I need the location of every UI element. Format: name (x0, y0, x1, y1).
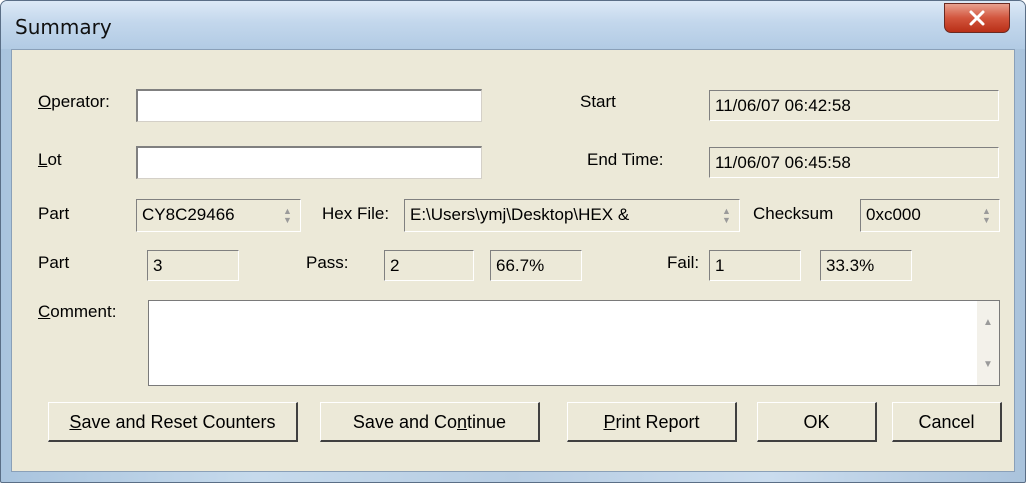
dialog-body: Operator: Start 11/06/07 06:42:58 Lot En… (11, 49, 1015, 472)
operator-input[interactable] (136, 89, 482, 122)
end-time-field: 11/06/07 06:45:58 (709, 147, 999, 178)
part-select[interactable]: CY8C29466 ▲ ▼ (136, 199, 301, 232)
lot-label: Lot (38, 150, 62, 169)
fail-percent-field: 33.3% (820, 250, 912, 281)
save-and-continue-button[interactable]: Save and Continue (320, 402, 540, 442)
part-label: Part (38, 204, 70, 223)
pass-count-field: 2 (384, 250, 474, 281)
dialog-window: Summary Operator: Start 11/06/07 06:42:5… (0, 0, 1026, 483)
close-x-icon (969, 10, 985, 26)
spin-arrows-icon[interactable]: ▲ ▼ (975, 200, 999, 231)
comment-textarea[interactable]: ▲ ▼ (148, 300, 1000, 386)
title-bar[interactable]: Summary (1, 1, 1025, 49)
pass-percent-field: 66.7% (490, 250, 582, 281)
end-time-label: End Time: (587, 150, 664, 169)
save-and-reset-counters-button[interactable]: Save and Reset Counters (48, 402, 298, 442)
window-title: Summary (15, 15, 112, 39)
scroll-arrows-icon[interactable]: ▲ ▼ (977, 301, 999, 385)
spin-arrows-icon[interactable]: ▲ ▼ (715, 200, 739, 231)
hex-file-value: E:\Users\ymj\Desktop\HEX & (410, 205, 630, 224)
comment-label: Comment: (38, 302, 117, 321)
fail-count-field: 1 (709, 250, 801, 281)
cancel-button[interactable]: Cancel (892, 402, 1002, 442)
part-count-label: Part (38, 253, 70, 272)
lot-input[interactable] (136, 146, 482, 179)
spin-arrows-icon[interactable]: ▲ ▼ (276, 200, 300, 231)
checksum-select[interactable]: 0xc000 ▲ ▼ (860, 199, 1000, 232)
part-value: CY8C29466 (142, 205, 235, 224)
fail-label: Fail: (667, 253, 700, 272)
close-button[interactable] (944, 3, 1010, 33)
checksum-label: Checksum (753, 204, 834, 223)
hex-file-select[interactable]: E:\Users\ymj\Desktop\HEX & ▲ ▼ (404, 199, 740, 232)
start-time-field: 11/06/07 06:42:58 (709, 90, 999, 121)
checksum-value: 0xc000 (866, 205, 921, 224)
part-count-field: 3 (147, 250, 239, 281)
operator-label: Operator: (38, 92, 110, 111)
hex-file-label: Hex File: (322, 204, 390, 223)
pass-label: Pass: (306, 253, 349, 272)
start-label: Start (580, 92, 616, 111)
ok-button[interactable]: OK (757, 402, 877, 442)
print-report-button[interactable]: Print Report (567, 402, 737, 442)
